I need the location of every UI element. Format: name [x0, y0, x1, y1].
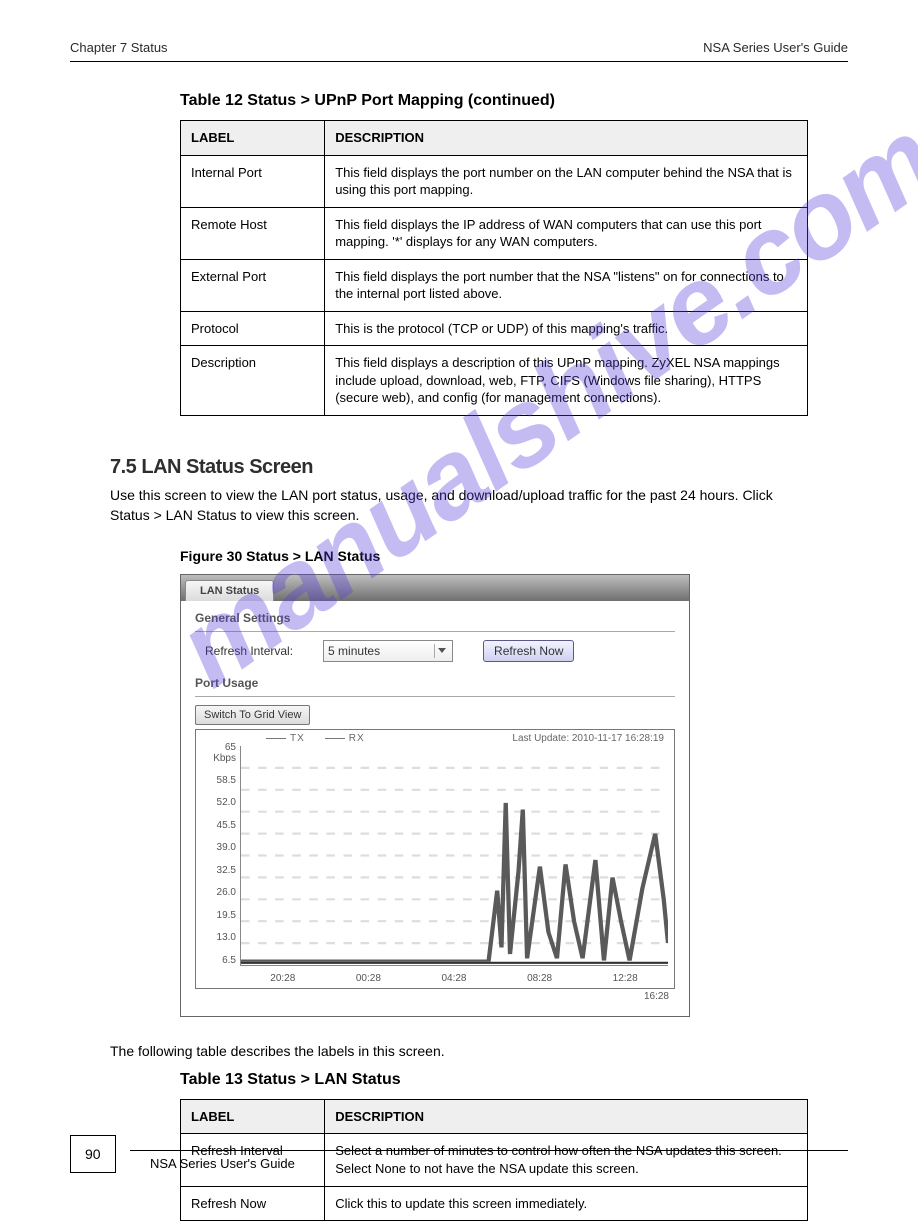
figure-caption: Figure 30 Status > LAN Status — [180, 548, 918, 564]
table-header-row: LABEL DESCRIPTION — [181, 1099, 808, 1134]
cell-desc: This field displays the port number that… — [325, 259, 808, 311]
tab-lan-status[interactable]: LAN Status — [185, 580, 274, 601]
refresh-interval-select[interactable]: 5 minutes — [323, 640, 453, 662]
lan-status-screenshot: LAN Status General Settings Refresh Inte… — [180, 574, 690, 1017]
table-row: Remote Host This field displays the IP a… — [181, 207, 808, 259]
table-header-row: LABEL DESCRIPTION — [181, 121, 808, 156]
legend-rx: RX — [325, 733, 365, 744]
table2-caption: Table 13 Status > LAN Status — [180, 1071, 918, 1089]
footer-divider — [130, 1150, 848, 1151]
table-row: Internal Port This field displays the po… — [181, 155, 808, 207]
section-intro: Use this screen to view the LAN port sta… — [110, 485, 808, 526]
refresh-interval-value: 5 minutes — [328, 644, 380, 658]
divider — [195, 631, 675, 632]
section-heading: 7.5 LAN Status Screen — [110, 456, 918, 479]
chart-legend: TX RX — [266, 733, 365, 744]
col-label: LABEL — [181, 1099, 325, 1134]
legend-tx: TX — [266, 733, 305, 744]
port-usage-heading: Port Usage — [195, 676, 675, 690]
chevron-down-icon — [434, 644, 448, 658]
cell-desc: This field displays the IP address of WA… — [325, 207, 808, 259]
tab-bar: LAN Status — [181, 575, 689, 601]
page-header: Chapter 7 Status NSA Series User's Guide — [70, 40, 848, 62]
cell-desc: This field displays a description of thi… — [325, 346, 808, 416]
header-right: NSA Series User's Guide — [703, 40, 848, 55]
series-rx — [241, 803, 668, 961]
chart-yticks: 65 Kbps 58.5 52.0 45.5 39.0 32.5 26.0 19… — [200, 742, 236, 966]
cell-desc: Click this to update this screen immedia… — [325, 1186, 808, 1221]
panel-body: General Settings Refresh Interval: 5 min… — [181, 601, 689, 1016]
table-row: Description This field displays a descri… — [181, 346, 808, 416]
footer-text: NSA Series User's Guide — [150, 1156, 295, 1171]
table1-caption: Table 12 Status > UPnP Port Mapping (con… — [180, 92, 918, 110]
cell-label: Internal Port — [181, 155, 325, 207]
refresh-now-button[interactable]: Refresh Now — [483, 640, 574, 662]
col-desc: DESCRIPTION — [325, 1099, 808, 1134]
cell-desc: This field displays the port number on t… — [325, 155, 808, 207]
port-usage-chart: TX RX Last Update: 2010-11-17 16:28:19 6… — [195, 729, 675, 989]
refresh-interval-label: Refresh Interval: — [205, 644, 293, 658]
col-desc: DESCRIPTION — [325, 121, 808, 156]
table1: LABEL DESCRIPTION Internal Port This fie… — [180, 120, 808, 416]
table-row: Protocol This is the protocol (TCP or UD… — [181, 311, 808, 346]
cell-label: Protocol — [181, 311, 325, 346]
table2-intro: The following table describes the labels… — [110, 1041, 808, 1061]
table-row: Refresh Now Click this to update this sc… — [181, 1186, 808, 1221]
table-row: External Port This field displays the po… — [181, 259, 808, 311]
chart-plot-area — [240, 746, 668, 966]
refresh-row: Refresh Interval: 5 minutes Refresh Now — [195, 640, 675, 662]
chart-xticks: 20:28 00:28 04:28 08:28 12:28 — [240, 973, 668, 984]
header-left: Chapter 7 Status — [70, 40, 168, 55]
general-settings-heading: General Settings — [195, 611, 675, 625]
page-number: 90 — [70, 1135, 116, 1173]
chart-last-update: Last Update: 2010-11-17 16:28:19 — [512, 733, 664, 744]
divider — [195, 696, 675, 697]
cell-label: Remote Host — [181, 207, 325, 259]
col-label: LABEL — [181, 121, 325, 156]
cell-label: Description — [181, 346, 325, 416]
cell-desc: Select a number of minutes to control ho… — [325, 1134, 808, 1186]
switch-to-grid-button[interactable]: Switch To Grid View — [195, 705, 310, 725]
cell-desc: This is the protocol (TCP or UDP) of thi… — [325, 311, 808, 346]
cell-label: External Port — [181, 259, 325, 311]
cell-label: Refresh Now — [181, 1186, 325, 1221]
chart-xcorner: 16:28 — [195, 991, 675, 1002]
